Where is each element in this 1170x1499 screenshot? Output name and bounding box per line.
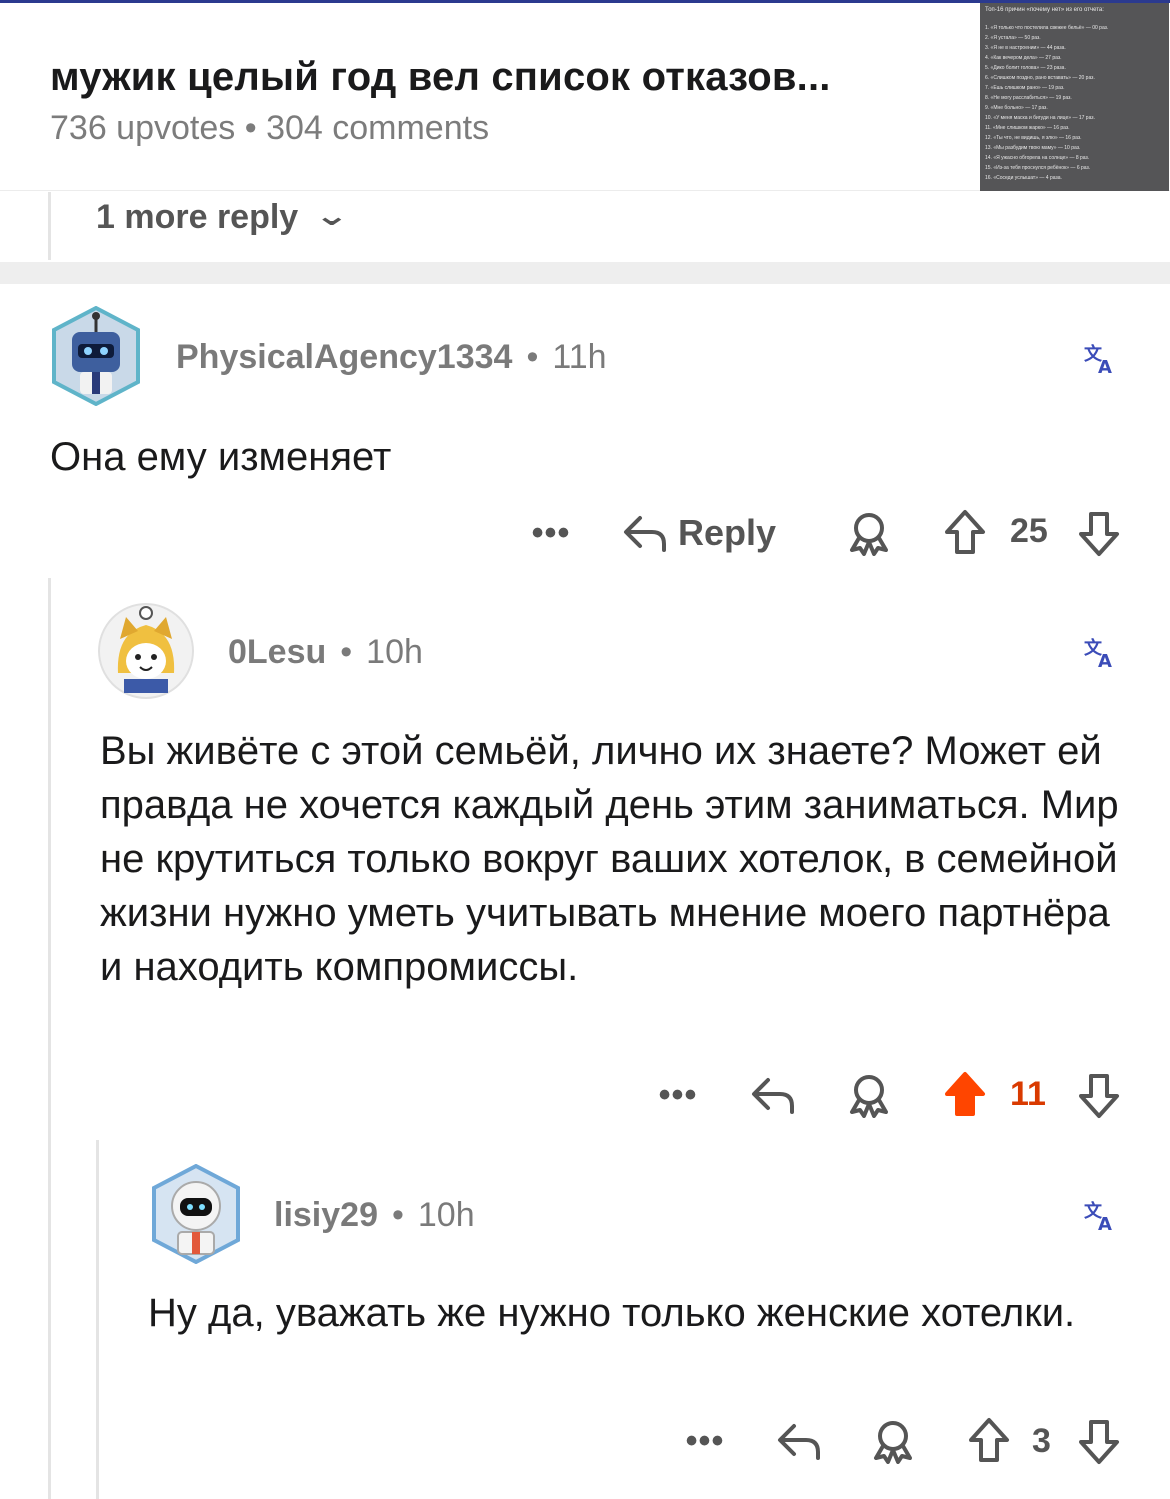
- more-options-button[interactable]: •••: [655, 1072, 701, 1118]
- comment-body: Ну да, уважать же нужно только женские х…: [148, 1291, 1076, 1335]
- award-button[interactable]: [868, 1416, 918, 1466]
- thumbnail-line: 4. «Как вечером дела» — 27 раз.: [985, 55, 1062, 61]
- meta-separator: •: [244, 109, 257, 147]
- thumbnail-list: 1. «Я только что постелила свежее бельё»…: [985, 23, 1164, 183]
- reply-button[interactable]: [774, 1416, 824, 1466]
- thumbnail-line: 2. «Я устала» — 50 раз.: [985, 35, 1041, 41]
- more-options-icon: •••: [685, 1421, 725, 1460]
- comment-header: PhysicalAgency1334 • 11h: [176, 338, 607, 377]
- award-icon: [850, 513, 888, 556]
- comment-age: 10h: [366, 633, 423, 671]
- comment-separator: [0, 262, 1170, 284]
- thumbnail-line: 15. «Из-за тебя проснулся ребёнок» — 6 р…: [985, 165, 1091, 171]
- translate-icon[interactable]: 文 A: [1082, 634, 1118, 672]
- more-replies-label: 1 more reply: [96, 198, 299, 236]
- robot-avatar-icon: [52, 306, 140, 406]
- doge-avatar-icon: [98, 603, 194, 699]
- post-meta: 736 upvotes • 304 comments: [50, 109, 489, 148]
- reply-arrow-icon: [778, 1424, 820, 1460]
- award-button[interactable]: [844, 1070, 894, 1120]
- thumbnail-line: 5. «Дико болит голова» — 23 раза.: [985, 65, 1066, 71]
- thumbnail-line: 16. «Соседи услышат» — 4 раза.: [985, 175, 1062, 181]
- downvote-button[interactable]: [1074, 1416, 1124, 1468]
- thumbnail-title: Топ-16 причин «почему нет» из его отчета…: [985, 7, 1104, 13]
- user-avatar[interactable]: [150, 1164, 242, 1264]
- username[interactable]: lisiy29: [274, 1196, 378, 1235]
- more-replies-button[interactable]: 1 more reply ⌄: [96, 198, 350, 237]
- upvote-count: 736 upvotes: [50, 109, 236, 147]
- award-icon: [850, 1075, 888, 1118]
- more-options-icon: •••: [531, 513, 571, 552]
- reply-label: Reply: [678, 512, 777, 553]
- award-button[interactable]: [844, 508, 894, 558]
- thumbnail-line: 1. «Я только что постелила свежее бельё»…: [985, 25, 1109, 31]
- thumbnail-line: 12. «Ты что, не видишь, я злю» — 16 раз.: [985, 135, 1082, 141]
- comment-body: Она ему изменяет: [50, 435, 392, 479]
- vote-score: 25: [1010, 512, 1048, 550]
- reply-arrow-icon: [624, 516, 666, 552]
- more-options-icon: •••: [658, 1075, 698, 1114]
- downvote-arrow-icon: [1079, 512, 1119, 556]
- upvote-arrow-icon: [969, 1418, 1009, 1462]
- header-dot: •: [340, 633, 353, 671]
- comment-count: 304 comments: [266, 109, 490, 147]
- comment-header: 0Lesu • 10h: [228, 633, 423, 672]
- reply-arrow-icon: [752, 1078, 794, 1114]
- post-title[interactable]: мужик целый год вел список отказов...: [50, 55, 831, 100]
- upvote-button[interactable]: [940, 1068, 990, 1120]
- downvote-button[interactable]: [1074, 508, 1124, 560]
- thumbnail-line: 11. «Мне слишком жарко» — 16 раз.: [985, 125, 1070, 131]
- award-icon: [874, 1421, 912, 1464]
- downvote-arrow-icon: [1079, 1420, 1119, 1464]
- comment-age: 11h: [552, 338, 607, 376]
- username[interactable]: 0Lesu: [228, 633, 326, 672]
- user-avatar[interactable]: [50, 306, 142, 406]
- header-dot: •: [526, 338, 539, 376]
- thumbnail-line: 13. «Мы разбудим твою маму» — 10 раз.: [985, 145, 1081, 151]
- thumbnail-line: 8. «Не могу расслабиться» — 19 раз.: [985, 95, 1072, 101]
- thread-line[interactable]: [96, 1140, 99, 1499]
- thumbnail-line: 9. «Мне больно» — 17 раз.: [985, 105, 1048, 111]
- thumbnail-line: 14. «Я ужасно обгорела на солнце» — 8 ра…: [985, 155, 1090, 161]
- chevron-down-icon: ⌄: [314, 200, 350, 231]
- svg-text:A: A: [1098, 651, 1112, 670]
- thumbnail-line: 3. «Я не в настроении» — 44 раза.: [985, 45, 1066, 51]
- upvote-button[interactable]: [964, 1414, 1014, 1466]
- more-options-button[interactable]: •••: [682, 1418, 728, 1464]
- comment-age: 10h: [417, 1196, 475, 1234]
- thumbnail-line: 7. «Ешь слишком рано» — 19 раз.: [985, 85, 1065, 91]
- vote-score: 11: [1010, 1075, 1046, 1113]
- translate-icon[interactable]: 文 A: [1082, 340, 1118, 378]
- thumbnail-line: 6. «Слишком поздно, рано вставать» — 20 …: [985, 75, 1095, 81]
- thumbnail-line: 10. «У меня маска и бигуди на лице» — 17…: [985, 115, 1095, 121]
- svg-text:A: A: [1098, 357, 1112, 376]
- post-thumbnail[interactable]: Топ-16 причин «почему нет» из его отчета…: [980, 3, 1169, 191]
- thread-line[interactable]: [48, 192, 51, 260]
- downvote-arrow-icon: [1079, 1074, 1119, 1118]
- username[interactable]: PhysicalAgency1334: [176, 338, 512, 377]
- reply-button[interactable]: [748, 1070, 798, 1120]
- thread-line[interactable]: [48, 578, 51, 1499]
- upvote-arrow-icon: [945, 510, 985, 554]
- comment-header: lisiy29 • 10h: [274, 1196, 475, 1235]
- comment-body: Вы живёте с этой семьёй, лично их знаете…: [100, 729, 1119, 989]
- vote-score: 3: [1032, 1422, 1051, 1460]
- upvote-arrow-active-icon: [945, 1072, 985, 1116]
- header-dot: •: [391, 1196, 404, 1234]
- user-avatar[interactable]: [98, 603, 194, 699]
- svg-text:A: A: [1098, 1214, 1112, 1233]
- downvote-button[interactable]: [1074, 1070, 1124, 1122]
- reply-button[interactable]: Reply: [622, 506, 776, 560]
- astronaut-avatar-icon: [152, 1164, 240, 1264]
- more-options-button[interactable]: •••: [528, 510, 574, 556]
- upvote-button[interactable]: [940, 506, 990, 558]
- translate-icon[interactable]: 文 A: [1082, 1197, 1118, 1235]
